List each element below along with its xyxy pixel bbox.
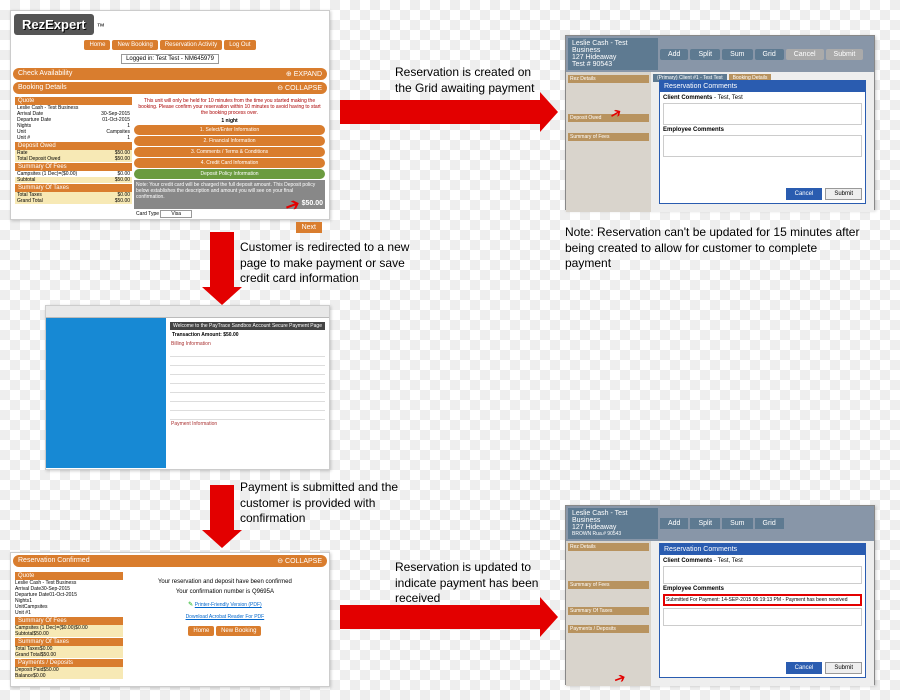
nav-logout[interactable]: Log Out — [224, 40, 255, 50]
modal-submit-button[interactable]: Submit — [825, 188, 862, 200]
confirmation-screenshot: Reservation Confirmed⊖ COLLAPSE Quote Le… — [10, 552, 330, 687]
arrow-c-to-d — [210, 485, 234, 530]
payment-page-screenshot: Welcome to the PayTrace Sandbox Account … — [45, 305, 330, 470]
card-type-select[interactable]: Visa — [160, 210, 192, 218]
modal-cancel-button[interactable]: Cancel — [786, 188, 823, 200]
rez-details-sidebar: Rez Details Deposit Owed Summary of Fees — [566, 72, 651, 212]
annotation-5: Reservation is updated to indicate payme… — [395, 560, 550, 607]
annotation-3: Customer is redirected to a new page to … — [240, 240, 430, 287]
confirmation-message: Your reservation and deposit have been c… — [125, 571, 325, 679]
conf-new-booking-button[interactable]: New Booking — [216, 626, 261, 636]
grid-updated-screenshot: Leslie Cash - Test Business127 HideawayB… — [565, 505, 875, 685]
sum-button[interactable]: Sum — [722, 49, 752, 60]
grid-reservation-screenshot: Leslie Cash - Test Business127 HideawayT… — [565, 35, 875, 210]
employee-comments-input[interactable] — [663, 135, 862, 157]
nav-new-booking[interactable]: New Booking — [112, 40, 157, 50]
app-logo: RezExpert — [14, 14, 94, 35]
conf-home-button[interactable]: Home — [188, 626, 214, 636]
booking-details-bar[interactable]: Booking Details⊖ COLLAPSE — [13, 82, 327, 94]
cancel-button[interactable]: Cancel — [786, 49, 824, 60]
submit-button[interactable]: Submit — [826, 49, 864, 60]
pdf-link[interactable]: Printer-Friendly Version (PDF) — [195, 602, 262, 608]
payment-received-highlight: Submitted For Payment: 14-SEP-2015 06:19… — [663, 594, 862, 606]
step-4[interactable]: 4. Credit Card Information — [134, 158, 325, 168]
hold-notice: This unit will only be held for 10 minut… — [134, 96, 325, 118]
arrow-d-to-e — [340, 605, 540, 629]
next-button[interactable]: Next — [296, 222, 322, 233]
arrow-a-to-c — [210, 232, 234, 287]
logged-in-user: Logged in: Test Test - NM645979 — [121, 54, 219, 64]
annotation-2: Note: Reservation can't be updated for 1… — [565, 225, 865, 272]
nav-home[interactable]: Home — [84, 40, 110, 50]
payment-form: Welcome to the PayTrace Sandbox Account … — [166, 318, 329, 468]
business-header: Leslie Cash - Test Business127 HideawayT… — [568, 38, 658, 70]
add-button[interactable]: Add — [660, 49, 688, 60]
client-comments-input[interactable] — [663, 103, 862, 125]
booking-summary-sidebar: Quote Leslie Cash - Test Business Arriva… — [15, 96, 132, 236]
acrobat-link[interactable]: Download Acrobat Reader For PDF — [186, 614, 265, 620]
arrow-a-to-b — [340, 100, 540, 124]
annotation-1: Reservation is created on the Grid await… — [395, 65, 545, 96]
booking-details-screenshot: RezExpert™ Home New Booking Reservation … — [10, 10, 330, 220]
payment-side-panel — [46, 318, 166, 468]
confirmation-header: Reservation Confirmed⊖ COLLAPSE — [13, 555, 327, 567]
annotation-4: Payment is submitted and the customer is… — [240, 480, 430, 527]
navbar: Home New Booking Reservation Activity Lo… — [13, 40, 327, 50]
step-3[interactable]: 3. Comments / Terms & Conditions — [134, 147, 325, 157]
confirmation-sidebar: Quote Leslie Cash - Test Business Arriva… — [15, 571, 123, 679]
split-button[interactable]: Split — [690, 49, 720, 60]
modal-header: Reservation Comments — [660, 81, 865, 92]
grid-button[interactable]: Grid — [755, 49, 784, 60]
deposit-policy: Deposit Policy Information — [134, 169, 325, 179]
check-availability-bar[interactable]: Check Availability⊕ EXPAND — [13, 68, 327, 80]
step-2[interactable]: 2. Financial Information — [134, 136, 325, 146]
reservation-comments-modal: Reservation Comments Client Comments - T… — [659, 80, 866, 204]
nav-activity[interactable]: Reservation Activity — [160, 40, 222, 50]
step-1[interactable]: 1. Select/Enter Information — [134, 125, 325, 135]
browser-chrome — [46, 306, 329, 318]
